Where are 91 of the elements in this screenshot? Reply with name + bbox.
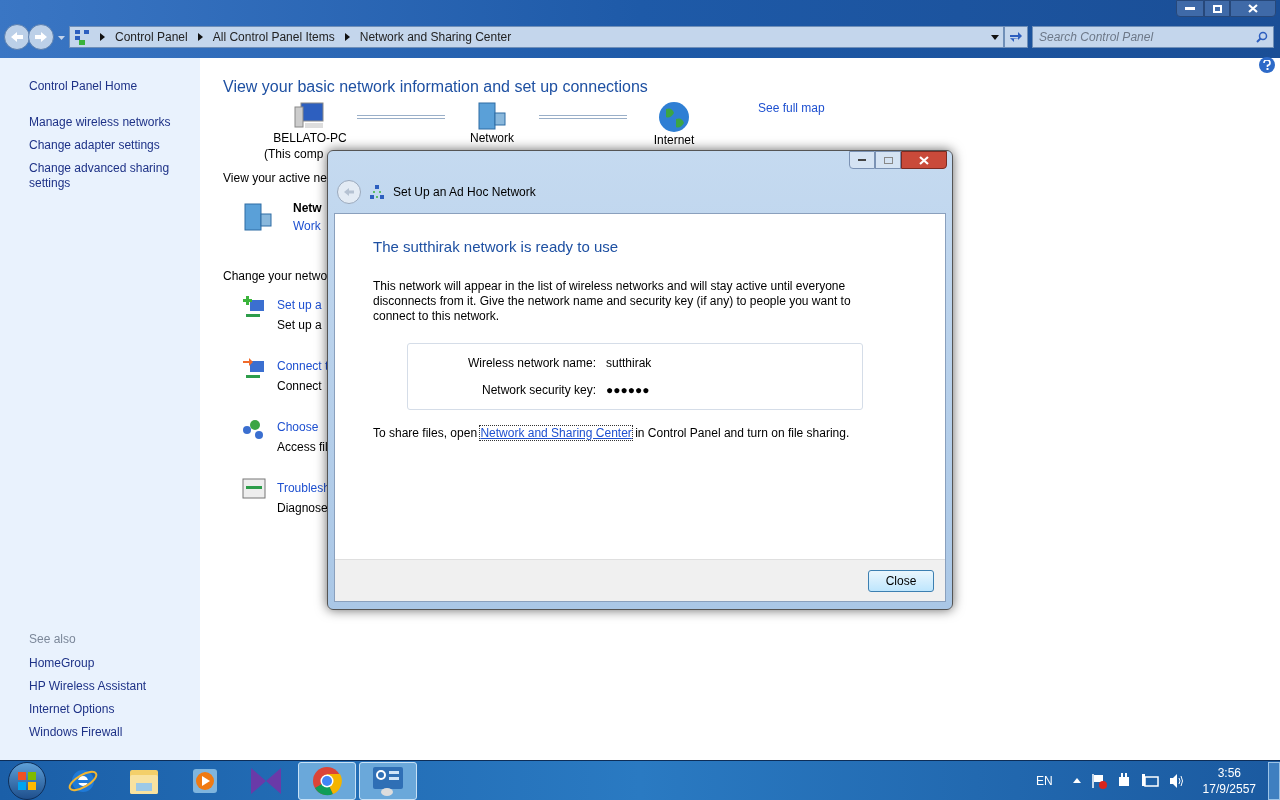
clock-date: 17/9/2557 (1202, 780, 1256, 797)
see-also-link[interactable]: Windows Firewall (29, 725, 200, 740)
forward-button[interactable] (28, 24, 54, 50)
help-button[interactable] (1259, 57, 1275, 73)
dialog-title: Set Up an Ad Hoc Network (393, 184, 536, 201)
help-icon (1263, 60, 1271, 70)
network-plus-icon (242, 295, 266, 319)
see-full-map-link[interactable]: See full map (758, 99, 825, 117)
map-node-label: BELLATO-PC (273, 132, 347, 145)
field-label: Wireless network name: (466, 354, 596, 372)
taskbar-app[interactable] (359, 761, 417, 800)
network-nodes-icon (369, 184, 385, 200)
map-node-label: Network (470, 132, 514, 145)
restore-button[interactable] (1204, 0, 1230, 17)
back-arrow-icon (10, 31, 24, 43)
building-icon (475, 101, 509, 131)
see-also-link[interactable]: Internet Options (29, 702, 200, 717)
task-description: Connect (277, 378, 323, 395)
clock[interactable]: 3:56 17/9/2557 (1202, 764, 1256, 797)
chevron-icon[interactable] (197, 33, 203, 41)
globe-icon (658, 101, 690, 133)
field-value: ●●●●●● (606, 381, 650, 399)
dialog-minimize-button[interactable] (849, 151, 875, 169)
change-settings-heading: Change your netwo (223, 268, 328, 285)
field-value: sutthirak (606, 354, 652, 372)
dialog-description: This network will appear in the list of wireless networks and will stay active until everyone disconnects from it. Give the network name and security key (if any) to people you want to connect to this network. (373, 278, 852, 324)
task-link[interactable]: Choose (277, 417, 328, 437)
network-center-link[interactable]: Network and Sharing Center (480, 425, 632, 440)
building-icon (241, 202, 275, 232)
close-icon (919, 155, 929, 165)
chevron-icon[interactable] (344, 33, 350, 41)
show-desktop-button[interactable] (1268, 761, 1280, 800)
search-field[interactable]: Search Control Panel (1032, 26, 1274, 48)
task-description: Set up a (277, 317, 322, 334)
close-icon (1248, 4, 1258, 13)
computer-icon (293, 101, 327, 131)
people-icon (242, 417, 266, 441)
bowtie-icon (249, 765, 283, 796)
active-networks-heading: View your active ne (223, 170, 327, 187)
power-plug-icon[interactable] (1116, 772, 1131, 789)
refresh-icon (1009, 31, 1023, 43)
breadcrumb[interactable]: Control Panel (115, 28, 188, 46)
chrome-icon (311, 764, 343, 797)
forward-arrow-icon (34, 31, 48, 43)
map-node-label: Internet (653, 134, 695, 147)
close-button[interactable] (1230, 0, 1276, 17)
start-button[interactable] (8, 761, 46, 800)
share-text: in Control Panel and turn on file sharing. (635, 425, 850, 440)
network-name: Netw (293, 200, 322, 217)
clock-time: 3:56 (1217, 764, 1241, 781)
search-icon (1256, 31, 1268, 43)
sidebar-link[interactable]: Change adapter settings (29, 138, 179, 153)
back-button[interactable] (4, 24, 30, 50)
see-also-link[interactable]: HomeGroup (29, 656, 200, 671)
sidebar-link[interactable]: Change advanced sharing settings (29, 161, 179, 191)
see-also-heading: See also (29, 631, 77, 648)
task-link[interactable]: Set up a (277, 295, 322, 315)
share-text: To share files, open (373, 425, 478, 440)
taskbar-app[interactable] (298, 761, 356, 800)
sidebar-link[interactable]: Control Panel Home (29, 79, 179, 94)
control-panel-icon (371, 764, 405, 797)
task-description: Access fil (277, 439, 328, 456)
flag-warning-icon[interactable] (1090, 772, 1107, 789)
caret-icon[interactable] (58, 36, 65, 40)
troubleshoot-icon (242, 478, 266, 500)
field-label: Network security key: (480, 381, 596, 399)
language-indicator[interactable]: EN (1035, 771, 1053, 790)
breadcrumb[interactable]: Network and Sharing Center (359, 28, 512, 46)
dialog-close-button[interactable] (901, 151, 947, 169)
page-heading: View your basic network information and set up connections (223, 77, 648, 97)
close-button[interactable]: Close (868, 569, 934, 592)
chevron-icon[interactable] (100, 33, 105, 41)
breadcrumb[interactable]: All Control Panel Items (212, 28, 335, 46)
show-hidden-icons-icon[interactable] (1072, 778, 1081, 783)
dialog-heading: The sutthirak network is ready to use (373, 237, 620, 257)
map-node-sublabel: (This comp (264, 146, 324, 163)
network-type-link[interactable]: Work (293, 217, 322, 235)
refresh-button[interactable] (1004, 26, 1028, 48)
back-arrow-icon (343, 187, 355, 197)
task-description: Diagnose (277, 500, 329, 517)
speaker-icon[interactable] (1168, 772, 1185, 789)
network-icon (74, 29, 90, 45)
windows-logo-icon (17, 770, 37, 791)
task-link[interactable]: Troublesh (277, 478, 330, 498)
network-arrow-icon (242, 356, 266, 380)
sidebar-link[interactable]: Manage wireless networks (29, 115, 179, 130)
network-status-icon[interactable] (1140, 772, 1159, 789)
see-also-link[interactable]: HP Wireless Assistant (29, 679, 200, 694)
minimize-button[interactable] (1176, 0, 1204, 17)
dropdown-icon[interactable] (991, 34, 999, 40)
address-bar[interactable]: Control Panel All Control Panel Items Network and Sharing Center (69, 26, 1004, 48)
